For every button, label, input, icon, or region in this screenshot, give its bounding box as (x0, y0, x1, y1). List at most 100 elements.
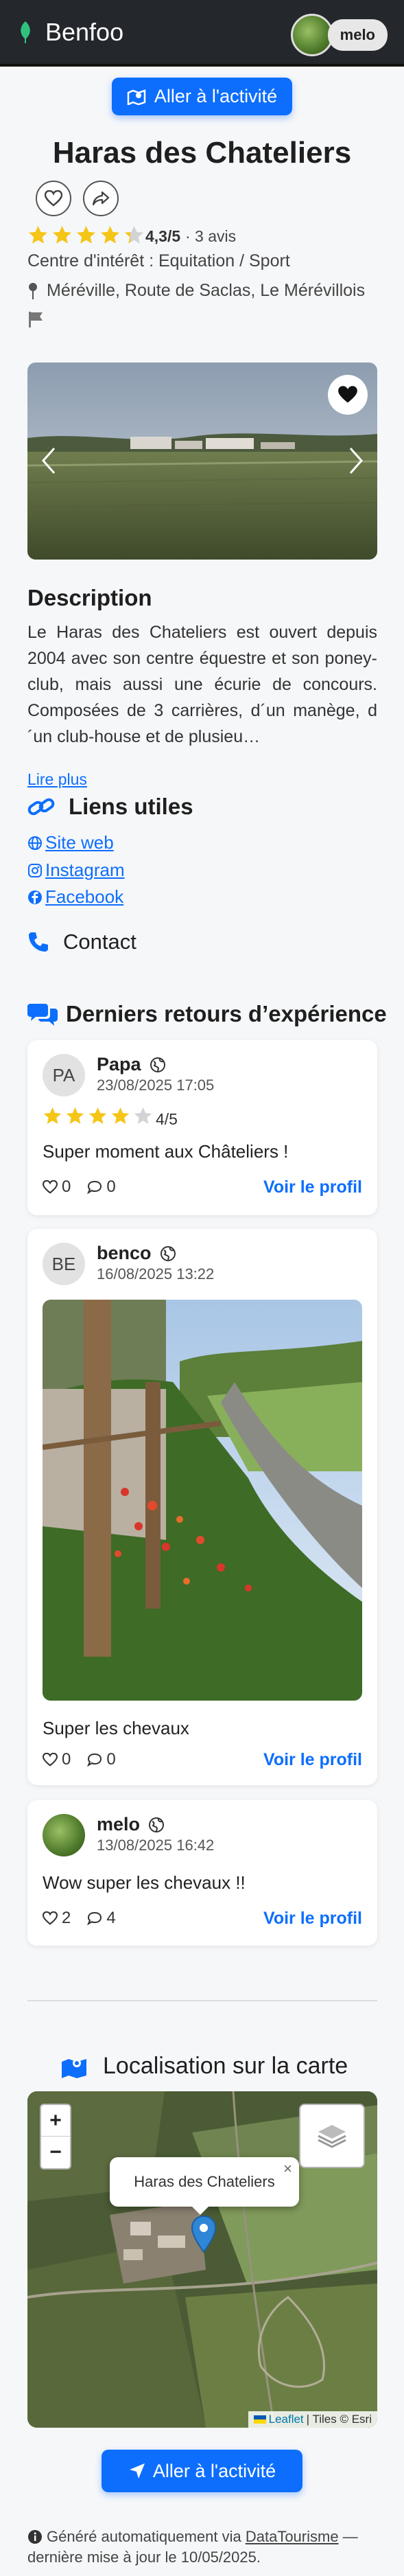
feedback-title: Derniers retours d’expérience (66, 1001, 387, 1026)
facebook-link[interactable]: Facebook (27, 886, 123, 908)
comment-bubble-icon[interactable] (87, 1753, 102, 1767)
go-to-activity-button[interactable]: Aller à l'activité (112, 78, 292, 115)
share-arrow-icon (92, 191, 110, 206)
reviewer-name[interactable]: Papa (97, 1054, 141, 1075)
leaf-logo-icon[interactable] (18, 21, 33, 44)
website-link[interactable]: Site web (27, 832, 114, 853)
brand-name[interactable]: Benfoo (45, 18, 123, 47)
review-comment: Wow super les chevaux !! (43, 1872, 246, 1893)
view-profile-link[interactable]: Voir le profil (263, 1909, 362, 1929)
location-marker-icon[interactable] (191, 2215, 217, 2253)
comments-icon (27, 1004, 58, 1026)
contact-heading: Contact (27, 930, 136, 954)
footer-note: Généré automatiquement via DataTourisme … (27, 2527, 377, 2568)
category-line: Centre d'intérêt : Equitation / Sport (27, 251, 290, 271)
datatourisme-link[interactable]: DataTourisme (246, 2528, 339, 2545)
leaflet-link[interactable]: Leaflet (269, 2413, 304, 2426)
star-icon (100, 225, 120, 244)
review-comment: Super les chevaux (43, 1718, 189, 1738)
review-rating-stars (43, 1106, 156, 1126)
review-date: 23/08/2025 17:05 (97, 1077, 215, 1094)
feedback-card: melo 13/08/2025 16:42 Wow super les chev… (27, 1800, 377, 1946)
top-navbar: Benfoo melo (0, 0, 404, 67)
go-to-activity-label: Aller à l'activité (154, 86, 278, 106)
map-popup: Haras des Chateliers × (110, 2157, 299, 2207)
heart-outline-icon (45, 190, 62, 207)
user-avatar[interactable] (43, 1814, 85, 1856)
review-actions: 2 4 (43, 1909, 116, 1928)
carousel-prev-icon[interactable] (41, 447, 56, 474)
flag-icon[interactable] (27, 310, 44, 328)
map-icon (127, 89, 146, 105)
map-title: Localisation sur la carte (103, 2053, 348, 2079)
map-pin-icon (29, 282, 37, 299)
heart-outline-icon[interactable] (43, 1180, 58, 1194)
favorite-button[interactable] (36, 181, 71, 216)
share-button[interactable] (83, 181, 119, 216)
globe-icon (28, 836, 42, 850)
user-initials-avatar[interactable]: BE (43, 1243, 85, 1285)
instagram-icon (28, 863, 42, 877)
review-photo[interactable] (43, 1300, 362, 1701)
info-circle-icon (28, 2530, 42, 2544)
review-actions: 0 0 (43, 1177, 116, 1197)
location-map[interactable]: + − Haras des Chateliers × Leaflet | Til… (27, 2091, 377, 2428)
read-more-link[interactable]: Lire plus (27, 770, 87, 789)
photo-like-button[interactable] (328, 375, 368, 415)
feedback-card: BE benco 16/08/2025 13:22 Super les chev… (27, 1229, 377, 1785)
public-globe-icon (149, 1817, 165, 1832)
reviews-count: · 3 avis (185, 227, 237, 245)
instagram-link[interactable]: Instagram (27, 860, 125, 881)
user-initials-avatar[interactable]: PA (43, 1054, 85, 1096)
star-icon (134, 1107, 152, 1124)
description-heading: Description (27, 585, 152, 610)
location-arrow-icon (129, 2463, 145, 2479)
zoom-out-button[interactable]: − (41, 2137, 70, 2168)
star-icon (66, 1107, 84, 1124)
view-profile-link[interactable]: Voir le profil (263, 1177, 362, 1197)
page-title: Haras des Chateliers (52, 136, 352, 170)
carousel-next-icon[interactable] (348, 447, 364, 474)
review-rating-score: 4/5 (156, 1110, 178, 1128)
section-divider (27, 2000, 377, 2001)
map-location-icon (62, 2058, 86, 2078)
heart-outline-icon[interactable] (43, 1753, 58, 1767)
star-icon (88, 1107, 107, 1124)
zoom-in-button[interactable]: + (41, 2105, 70, 2137)
user-avatar[interactable] (290, 14, 333, 56)
public-globe-icon (160, 1245, 176, 1261)
facebook-label: Facebook (45, 886, 124, 907)
useful-links-title: Liens utiles (69, 794, 193, 819)
comment-bubble-icon[interactable] (87, 1911, 102, 1925)
go-to-activity-bottom-button[interactable]: Aller à l'activité (102, 2450, 302, 2492)
flower-path-photo (43, 1300, 362, 1701)
username-badge[interactable]: melo (327, 19, 388, 51)
public-globe-icon (150, 1057, 165, 1072)
star-icon (43, 1107, 62, 1124)
phone-icon (29, 932, 48, 952)
map-heading: Localisation sur la carte (60, 2053, 348, 2080)
map-popup-text: Haras des Chateliers (134, 2173, 275, 2190)
star-icon (124, 225, 144, 244)
heart-outline-icon[interactable] (43, 1911, 58, 1925)
review-comment: Super moment aux Châteliers ! (43, 1141, 289, 1162)
useful-links-heading: Liens utiles (27, 794, 193, 820)
zoom-controls: + − (40, 2104, 71, 2170)
reviewer-name[interactable]: melo (97, 1814, 140, 1835)
review-date: 13/08/2025 16:42 (97, 1837, 215, 1854)
description-text: Le Haras des Chateliers est ouvert depui… (27, 623, 377, 746)
comment-bubble-icon[interactable] (87, 1180, 102, 1194)
review-date: 16/08/2025 13:22 (97, 1265, 215, 1283)
popup-close-icon[interactable]: × (283, 2160, 292, 2178)
view-profile-link[interactable]: Voir le profil (263, 1750, 362, 1770)
contact-title: Contact (63, 930, 136, 954)
layers-icon (318, 2125, 346, 2148)
comment-count: 0 (106, 1177, 116, 1196)
user-menu[interactable]: melo (290, 14, 388, 56)
layers-control[interactable] (299, 2104, 365, 2168)
photo-carousel[interactable] (27, 363, 377, 560)
like-count: 0 (62, 1177, 71, 1196)
link-chain-icon (27, 798, 55, 816)
footer-prefix: Généré automatiquement via (47, 2528, 246, 2545)
reviewer-name[interactable]: benco (97, 1243, 152, 1264)
